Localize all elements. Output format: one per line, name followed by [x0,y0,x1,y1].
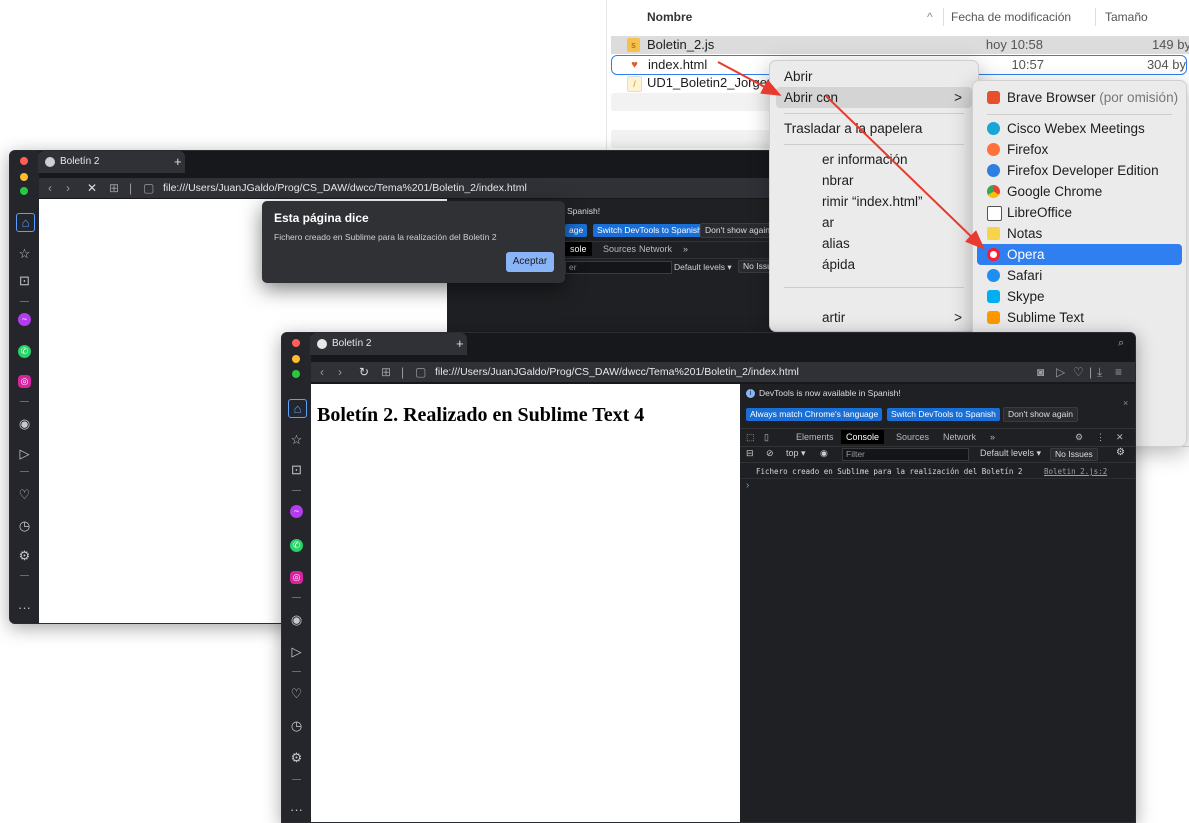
annotation-arrows [717,61,985,250]
arrow-to-open-with [717,61,782,96]
arrow-to-opera [825,95,985,250]
